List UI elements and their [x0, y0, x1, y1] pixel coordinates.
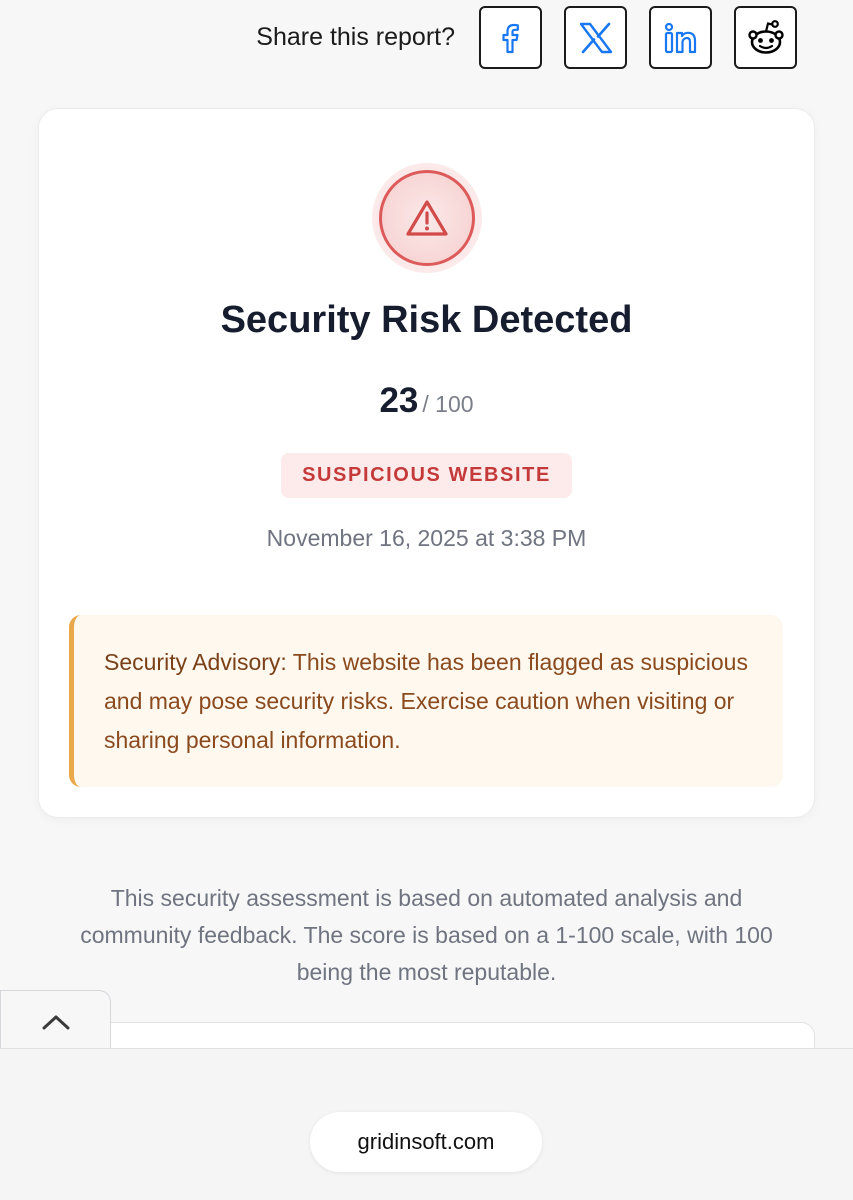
- x-icon: [579, 22, 612, 53]
- score-max: / 100: [422, 391, 474, 417]
- report-timestamp: November 16, 2025 at 3:38 PM: [266, 525, 587, 551]
- share-linkedin-button[interactable]: [649, 6, 712, 69]
- advisory-label: Security Advisory:: [104, 649, 287, 675]
- score-value: 23: [379, 381, 419, 420]
- reddit-icon: [747, 19, 784, 54]
- address-bar[interactable]: gridinsoft.com: [310, 1112, 542, 1172]
- report-title: Security Risk Detected: [220, 299, 633, 341]
- status-badge: SUSPICIOUS WEBSITE: [281, 453, 572, 498]
- collapse-button[interactable]: [0, 990, 111, 1052]
- assessment-footnote: This security assessment is based on aut…: [80, 885, 773, 985]
- share-label: Share this report?: [256, 23, 455, 51]
- share-x-button[interactable]: [564, 6, 627, 69]
- share-reddit-button[interactable]: [734, 6, 797, 69]
- page: Share this report? Security Risk Detecte…: [0, 0, 853, 1062]
- report-card: Security Risk Detected 23/ 100 SUSPICIOU…: [38, 108, 815, 818]
- security-advisory: Security Advisory: This website has been…: [69, 615, 783, 787]
- linkedin-icon: [664, 22, 696, 53]
- warning-icon: [406, 200, 448, 236]
- facebook-icon: [501, 23, 519, 53]
- browser-toolbar: gridinsoft.com: [0, 1048, 853, 1200]
- alert-badge: [372, 163, 482, 273]
- score-display: 23/ 100: [39, 381, 814, 421]
- share-facebook-button[interactable]: [479, 6, 542, 69]
- chevron-up-icon: [42, 1015, 69, 1029]
- share-bar: Share this report?: [256, 6, 797, 69]
